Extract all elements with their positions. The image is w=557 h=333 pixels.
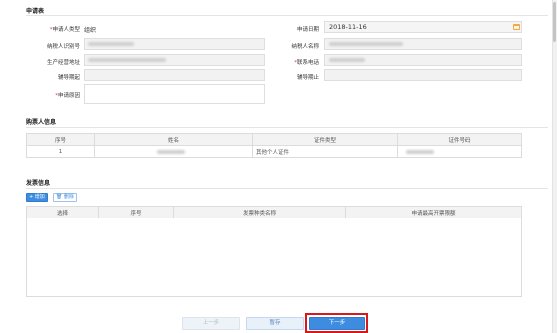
counsel-end-label: 辅导期止 <box>296 75 319 81</box>
column-header: 序号 <box>26 133 95 146</box>
applicant-type-label-text: 申请人类型 <box>52 27 80 33</box>
application-form-page: 申请表 *申请人类型 组织 申请日期 2018-11-16 纳税人识别号 纳税人… <box>0 0 557 333</box>
counsel-start-label: 辅导期起 <box>57 75 80 81</box>
section-divider <box>26 15 548 16</box>
section-title-application: 申请表 <box>26 8 45 15</box>
section-divider <box>26 188 548 189</box>
scrollbar-thumb[interactable] <box>553 2 556 42</box>
invoice-table-empty-body <box>26 218 522 297</box>
reason-label: *申请原因 <box>20 91 80 99</box>
table-row[interactable]: 1 其他个人证件 <box>26 145 522 158</box>
business-address-label: 生产经营地址 <box>46 60 80 66</box>
row-name <box>94 145 253 158</box>
apply-date-value: 2018-11-16 <box>329 23 367 31</box>
section-divider <box>26 127 548 128</box>
apply-date-label: 申请日期 <box>296 27 319 33</box>
taxpayer-name-redacted <box>329 42 403 46</box>
column-header: 证件类型 <box>252 133 398 146</box>
row-index: 1 <box>26 145 95 158</box>
buyer-table: 序号 姓名 证件类型 证件号码 1 其他个人证件 <box>26 133 522 158</box>
prev-step-button[interactable]: 上一步 <box>182 317 240 330</box>
column-header: 发票种类名称 <box>173 206 346 219</box>
column-header: 姓名 <box>94 133 253 146</box>
taxpayer-name-label: 纳税人名称 <box>291 44 319 50</box>
calendar-icon[interactable] <box>513 24 520 30</box>
counsel-start-field <box>84 69 265 81</box>
business-address-redacted <box>88 58 166 62</box>
delete-invoice-button[interactable]: 🗑 删除 <box>53 193 77 202</box>
taxpayer-id-label: 纳税人识别号 <box>46 44 80 50</box>
buyer-table-header: 序号 姓名 证件类型 证件号码 <box>26 133 522 146</box>
reason-label-text: 申请原因 <box>57 93 80 99</box>
id-number-redacted <box>406 150 434 154</box>
column-header: 证件号码 <box>397 133 522 146</box>
column-header: 序号 <box>98 206 174 219</box>
applicant-type-value: 组织 <box>84 27 97 34</box>
save-draft-button[interactable]: 暂存 <box>246 317 304 330</box>
counsel-end-field <box>324 69 522 81</box>
column-header: 申请最高开票限额 <box>345 206 522 219</box>
row-id-number <box>397 145 522 158</box>
name-redacted <box>157 150 185 154</box>
reason-textarea[interactable] <box>84 84 265 104</box>
applicant-type-label: *申请人类型 <box>20 25 80 33</box>
phone-label: *联系电话 <box>259 58 319 66</box>
taxpayer-id-redacted <box>88 42 134 46</box>
invoice-table-header: 选择 序号 发票种类名称 申请最高开票限额 <box>26 206 522 219</box>
add-invoice-button[interactable]: + 增加 <box>26 193 48 202</box>
highlight-box <box>305 313 368 333</box>
apply-date-input[interactable]: 2018-11-16 <box>324 21 522 33</box>
vertical-scrollbar[interactable] <box>552 0 557 333</box>
phone-label-text: 联系电话 <box>296 60 319 66</box>
row-id-type: 其他个人证件 <box>252 145 398 158</box>
section-title-buyer: 购票人信息 <box>26 119 57 126</box>
column-header: 选择 <box>26 206 99 219</box>
section-title-invoice: 发票信息 <box>26 180 51 187</box>
phone-redacted <box>329 58 365 62</box>
